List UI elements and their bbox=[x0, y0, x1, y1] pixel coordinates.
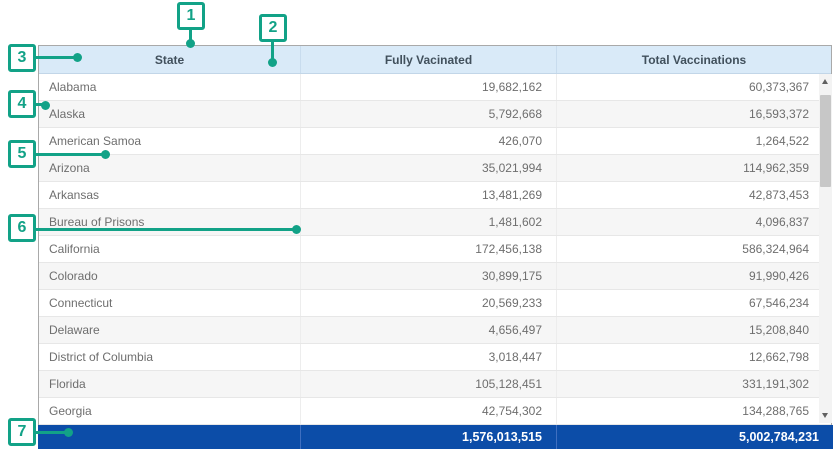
cell-fully-vaccinated: 20,569,233 bbox=[301, 290, 557, 316]
cell-total-vaccinations: 331,191,302 bbox=[557, 371, 831, 397]
cell-total-vaccinations: 134,288,765 bbox=[557, 398, 831, 424]
cell-state: Arkansas bbox=[39, 182, 301, 208]
cell-state: Connecticut bbox=[39, 290, 301, 316]
callout-3-dot bbox=[73, 53, 82, 62]
table-body: Alabama 19,682,162 60,373,367 Alaska 5,7… bbox=[39, 74, 831, 425]
cell-fully-vaccinated: 19,682,162 bbox=[301, 74, 557, 100]
table-row[interactable]: Alabama 19,682,162 60,373,367 bbox=[39, 74, 831, 101]
callout-7-dot bbox=[64, 428, 73, 437]
callout-6-box: 6 bbox=[8, 214, 36, 242]
callout-6-dot bbox=[292, 225, 301, 234]
cell-total-vaccinations: 4,096,837 bbox=[557, 209, 831, 235]
cell-fully-vaccinated: 1,481,602 bbox=[301, 209, 557, 235]
cell-fully-vaccinated: 42,754,302 bbox=[301, 398, 557, 424]
cell-state: Florida bbox=[39, 371, 301, 397]
cell-state: Georgia bbox=[39, 398, 301, 424]
cell-state: Alabama bbox=[39, 74, 301, 100]
callout-5-dot bbox=[101, 150, 110, 159]
header-cell-fully-vaccinated[interactable]: Fully Vacinated bbox=[301, 46, 557, 73]
callout-4-box: 4 bbox=[8, 90, 36, 118]
callout-3-connector bbox=[34, 56, 75, 59]
table-row[interactable]: California 172,456,138 586,324,964 bbox=[39, 236, 831, 263]
dashboard-table-screenshot: { "table": { "headers": ["State", "Fully… bbox=[0, 0, 833, 453]
vaccination-table: State Fully Vacinated Total Vaccinations… bbox=[38, 45, 832, 449]
callout-5-box: 5 bbox=[8, 140, 36, 168]
callout-3-box: 3 bbox=[8, 44, 36, 72]
vertical-scrollbar[interactable] bbox=[819, 74, 832, 423]
cell-total-vaccinations: 91,990,426 bbox=[557, 263, 831, 289]
callout-7-box: 7 bbox=[8, 418, 36, 446]
cell-total-vaccinations: 586,324,964 bbox=[557, 236, 831, 262]
cell-fully-vaccinated: 105,128,451 bbox=[301, 371, 557, 397]
table-row[interactable]: Connecticut 20,569,233 67,546,234 bbox=[39, 290, 831, 317]
header-cell-total-vaccinations[interactable]: Total Vaccinations bbox=[557, 46, 831, 73]
total-cell-fully-vaccinated: 1,576,013,515 bbox=[301, 425, 557, 449]
callout-1-dot bbox=[186, 39, 195, 48]
scrollbar-up-button[interactable] bbox=[819, 74, 832, 89]
cell-fully-vaccinated: 35,021,994 bbox=[301, 155, 557, 181]
cell-fully-vaccinated: 3,018,447 bbox=[301, 344, 557, 370]
callout-7-connector bbox=[34, 431, 67, 434]
cell-state: Delaware bbox=[39, 317, 301, 343]
callout-4-dot bbox=[41, 101, 50, 110]
total-cell-state bbox=[38, 425, 301, 449]
total-cell-total-vaccinations: 5,002,784,231 bbox=[557, 425, 833, 449]
cell-fully-vaccinated: 30,899,175 bbox=[301, 263, 557, 289]
cell-total-vaccinations: 42,873,453 bbox=[557, 182, 831, 208]
chevron-down-icon bbox=[822, 413, 828, 418]
callout-6-connector bbox=[34, 228, 296, 231]
cell-state: California bbox=[39, 236, 301, 262]
cell-total-vaccinations: 12,662,798 bbox=[557, 344, 831, 370]
cell-state: American Samoa bbox=[39, 128, 301, 154]
cell-total-vaccinations: 60,373,367 bbox=[557, 74, 831, 100]
table-row[interactable]: Florida 105,128,451 331,191,302 bbox=[39, 371, 831, 398]
table-row[interactable]: Georgia 42,754,302 134,288,765 bbox=[39, 398, 831, 425]
table-row[interactable]: Delaware 4,656,497 15,208,840 bbox=[39, 317, 831, 344]
cell-total-vaccinations: 1,264,522 bbox=[557, 128, 831, 154]
cell-total-vaccinations: 15,208,840 bbox=[557, 317, 831, 343]
cell-fully-vaccinated: 13,481,269 bbox=[301, 182, 557, 208]
table-row[interactable]: Colorado 30,899,175 91,990,426 bbox=[39, 263, 831, 290]
table-row[interactable]: American Samoa 426,070 1,264,522 bbox=[39, 128, 831, 155]
cell-fully-vaccinated: 172,456,138 bbox=[301, 236, 557, 262]
table-row[interactable]: District of Columbia 3,018,447 12,662,79… bbox=[39, 344, 831, 371]
cell-total-vaccinations: 67,546,234 bbox=[557, 290, 831, 316]
chevron-up-icon bbox=[822, 79, 828, 84]
cell-fully-vaccinated: 426,070 bbox=[301, 128, 557, 154]
cell-fully-vaccinated: 5,792,668 bbox=[301, 101, 557, 127]
scrollbar-down-button[interactable] bbox=[819, 408, 832, 423]
cell-state: Colorado bbox=[39, 263, 301, 289]
cell-fully-vaccinated: 4,656,497 bbox=[301, 317, 557, 343]
cell-state: Alaska bbox=[39, 101, 301, 127]
cell-total-vaccinations: 114,962,359 bbox=[557, 155, 831, 181]
callout-1-box: 1 bbox=[177, 2, 205, 30]
scrollbar-thumb[interactable] bbox=[820, 95, 831, 187]
callout-2-dot bbox=[268, 58, 277, 67]
cell-state: Bureau of Prisons bbox=[39, 209, 301, 235]
table-total-row: 1,576,013,515 5,002,784,231 bbox=[38, 425, 833, 449]
table-row[interactable]: Bureau of Prisons 1,481,602 4,096,837 bbox=[39, 209, 831, 236]
table-header-row: State Fully Vacinated Total Vaccinations bbox=[39, 46, 831, 74]
cell-total-vaccinations: 16,593,372 bbox=[557, 101, 831, 127]
table-row[interactable]: Arkansas 13,481,269 42,873,453 bbox=[39, 182, 831, 209]
cell-state: Arizona bbox=[39, 155, 301, 181]
table-row[interactable]: Arizona 35,021,994 114,962,359 bbox=[39, 155, 831, 182]
callout-2-box: 2 bbox=[259, 14, 287, 42]
table-row[interactable]: Alaska 5,792,668 16,593,372 bbox=[39, 101, 831, 128]
callout-5-connector bbox=[34, 153, 104, 156]
cell-state: District of Columbia bbox=[39, 344, 301, 370]
